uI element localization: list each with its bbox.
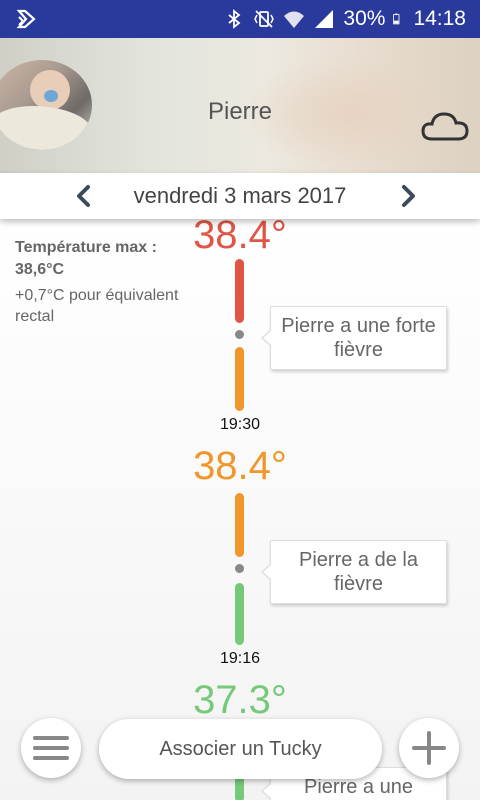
normal-segment xyxy=(235,583,244,645)
battery-percent: 30% xyxy=(343,7,386,30)
associate-tucky-button[interactable]: Associer un Tucky xyxy=(99,719,382,779)
cloud-icon[interactable] xyxy=(420,106,470,146)
plus-icon xyxy=(412,731,446,765)
timeline-dot xyxy=(235,330,244,339)
date-navigation: vendredi 3 mars 2017 xyxy=(0,173,480,219)
hamburger-menu-icon xyxy=(33,736,69,760)
status-message: Pierre a une forte fièvre xyxy=(261,306,447,370)
temperature-reading: 38.4° xyxy=(193,219,287,257)
reading-time: 19:30 xyxy=(219,416,261,433)
max-temperature-value: 38,6°C xyxy=(15,261,65,278)
menu-button[interactable] xyxy=(21,718,81,778)
rectal-equivalent-note: +0,7°C pour équivalent rectal xyxy=(15,287,179,325)
temperature-reading: 38.4° xyxy=(193,444,287,488)
wifi-icon xyxy=(284,11,305,28)
add-button[interactable] xyxy=(399,718,459,778)
high-fever-segment xyxy=(235,259,244,323)
temperature-reading: 37.3° xyxy=(193,678,287,722)
reading-time: 19:16 xyxy=(219,650,261,667)
fever-segment xyxy=(235,347,244,411)
child-name: Pierre xyxy=(207,98,273,125)
notification-icon xyxy=(16,9,36,29)
timeline-dot xyxy=(235,564,244,573)
chevron-right-icon[interactable] xyxy=(394,182,422,210)
bluetooth-icon xyxy=(228,9,241,29)
profile-header: Pierre xyxy=(0,38,480,173)
status-message: Pierre a de la fièvre xyxy=(261,540,447,604)
fever-segment xyxy=(235,493,244,557)
clock: 14:18 xyxy=(413,7,466,30)
signal-icon xyxy=(315,10,334,28)
battery-icon xyxy=(393,13,400,25)
status-bar: 30% 14:18 xyxy=(0,0,480,38)
vibrate-icon xyxy=(254,10,275,28)
temperature-timeline[interactable]: Température max : 38,6°C +0,7°C pour équ… xyxy=(0,219,480,800)
